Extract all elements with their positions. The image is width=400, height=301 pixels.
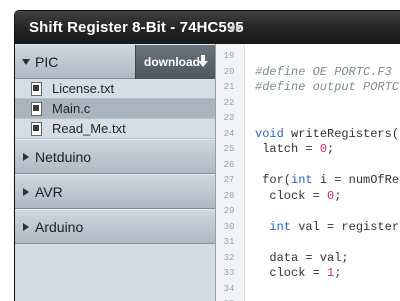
triangle-right-icon [23,188,29,196]
file-name: License.txt [52,81,115,96]
file-item-main-c[interactable]: Main.c [15,99,215,119]
line-number: 25 [223,144,235,154]
line-number: 20 [223,66,235,77]
title-bar: Shift Register 8-Bit - 74HC595 [15,11,400,44]
code-token: i = numOfReg [312,173,400,187]
sidebar-section-arduino[interactable]: Arduino [15,209,215,244]
section-label: Netduino [35,149,92,165]
line-number: 32 [223,252,235,263]
code-line: int val = registers [255,220,400,234]
code-token: val = registers [291,219,400,234]
code-token: ; [327,142,335,156]
section-label: PIC [35,54,59,70]
line-number: 28 [223,190,235,201]
code-token: int [291,173,313,187]
line-number: 34 [223,283,235,294]
file-item-license[interactable]: License.txt [15,79,215,99]
app-window: Shift Register 8-Bit - 74HC595 PIC downl… [14,10,400,301]
left-right-arrows-icon[interactable] [229,23,241,33]
file-icon [31,122,42,136]
code-line: data = val; [255,250,349,265]
code-token: writeRegisters() [283,126,400,141]
line-number: 24 [223,128,235,139]
line-number: 21 [223,82,235,92]
window-title: Shift Register 8-Bit - 74HC595 [29,19,244,36]
code-token: void [255,126,284,141]
sidebar: PIC download License.txt Main.c Read_Me.… [15,44,216,301]
code-token: #define OE PORTC.F3 [255,64,392,79]
code-line: clock = 0; [255,189,341,203]
code-line: #define output PORTC. [255,80,400,94]
code-token: latch = [255,142,320,156]
code-line: #define OE PORTC.F3 [255,65,392,79]
line-number: 31 [223,237,235,247]
code-token: data = val; [255,250,349,265]
line-number-gutter: 1920212223242526272829303132333435 [216,44,245,301]
line-number: 23 [223,113,235,123]
line-number: 19 [223,51,235,61]
code-editor[interactable]: 1920212223242526272829303132333435 #defi… [216,44,400,301]
line-number: 22 [223,97,235,108]
file-icon [31,82,42,96]
line-number: 30 [223,221,235,232]
code-token: int [269,219,292,234]
code-token: ; [334,266,342,280]
file-name: Main.c [52,101,91,116]
download-label: download [144,55,200,69]
section-label: AVR [35,184,63,200]
code-token: 0 [319,142,328,156]
file-name: Read_Me.txt [52,121,126,136]
line-number: 29 [223,206,235,216]
code-token: #define output PORTC. [255,80,400,94]
code-token: clock = [255,266,328,280]
download-button[interactable]: download [135,45,215,80]
code-line: latch = 0; [255,142,334,156]
triangle-down-icon [22,59,30,65]
code-token: ; [334,188,342,203]
sidebar-section-netduino[interactable]: Netduino [15,139,215,174]
sidebar-section-avr[interactable]: AVR [15,174,215,209]
line-number: 27 [223,175,235,185]
line-number: 26 [223,159,235,170]
triangle-right-icon [23,153,29,161]
file-item-readme[interactable]: Read_Me.txt [15,119,215,139]
code-line: for(int i = numOfReg [255,173,400,187]
download-arrow-icon [198,55,208,67]
code-token: for( [255,173,292,187]
code-token: clock = [255,188,328,203]
section-label: Arduino [35,219,84,235]
sidebar-section-pic[interactable]: PIC download [15,44,215,80]
file-icon [31,102,42,116]
line-number: 33 [223,268,235,278]
triangle-right-icon [23,223,29,231]
code-line: clock = 1; [255,266,341,280]
code-line: void writeRegisters() [255,127,400,141]
